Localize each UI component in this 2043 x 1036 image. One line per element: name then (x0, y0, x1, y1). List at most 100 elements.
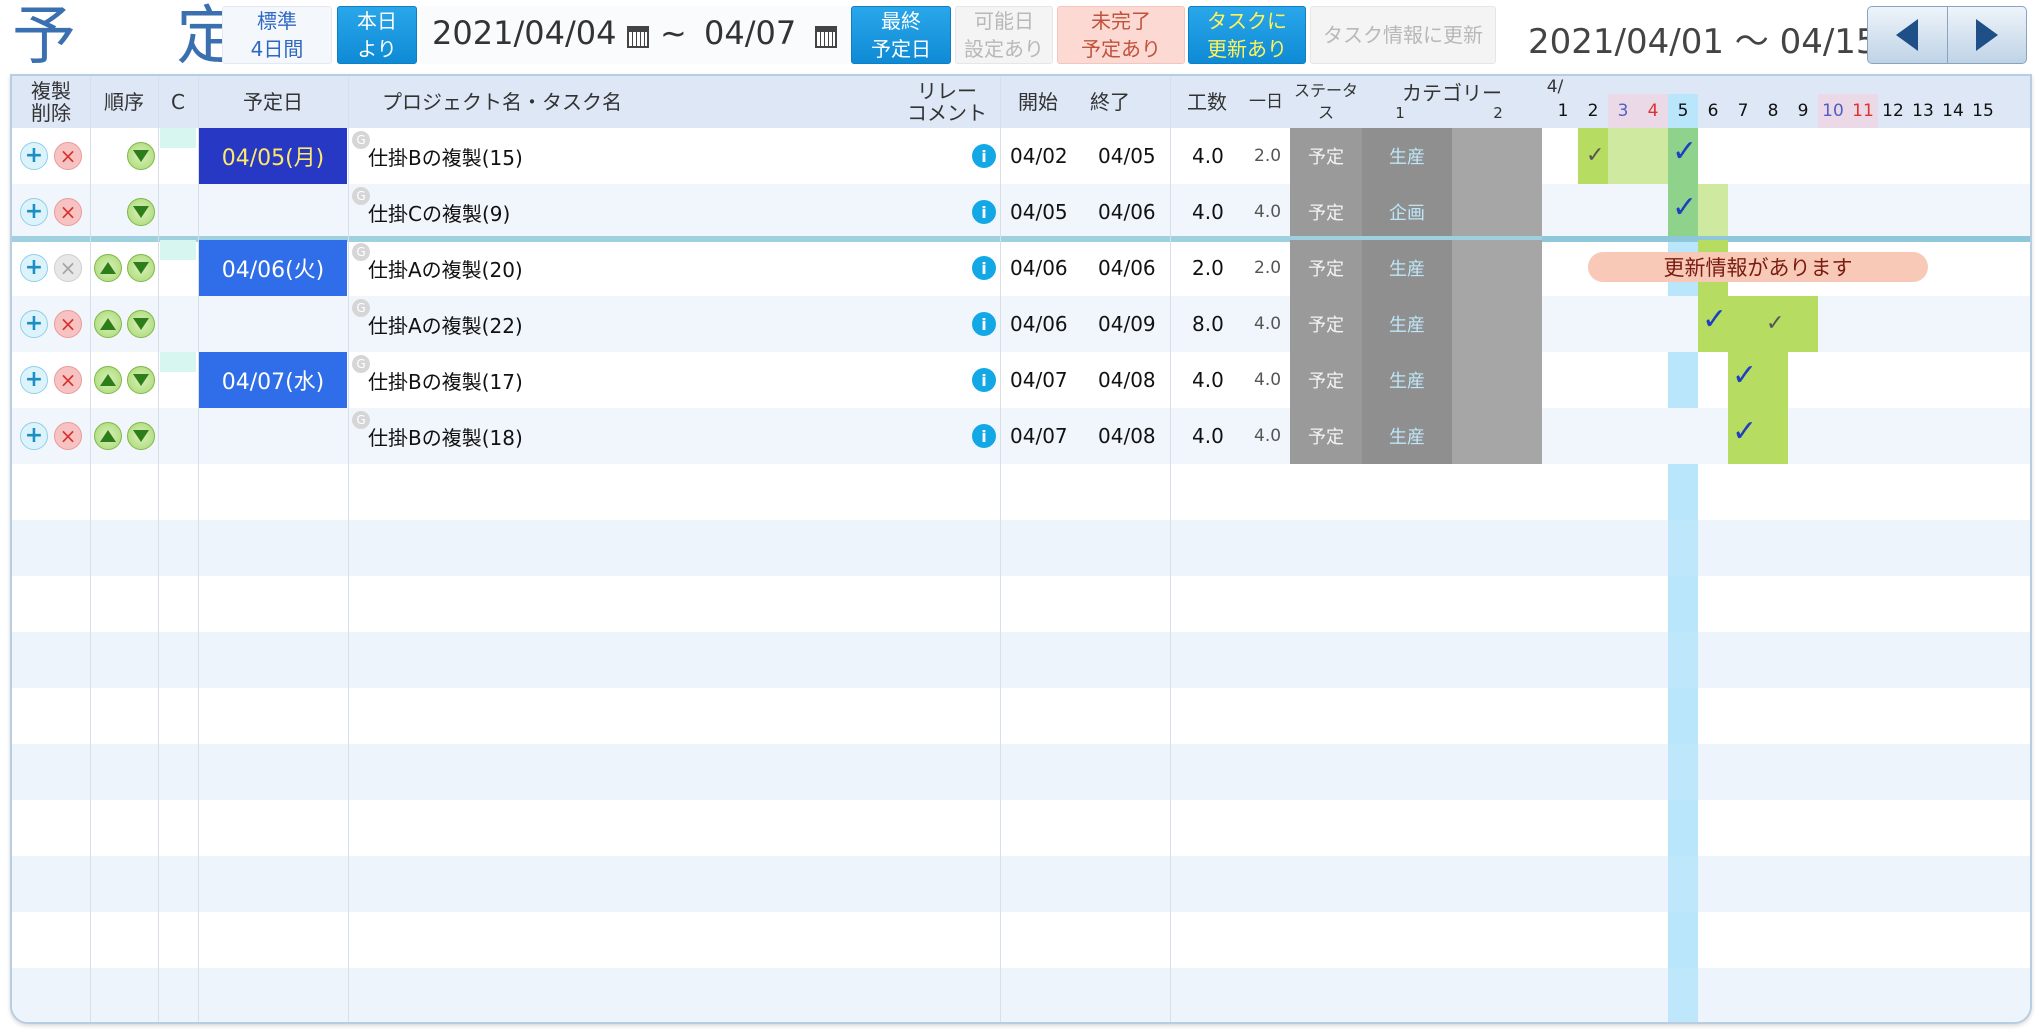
category-2[interactable] (1452, 296, 1542, 352)
delete-icon[interactable]: × (54, 366, 82, 394)
copy-icon[interactable]: + (20, 422, 48, 450)
col-copy-delete: 複製 削除 (31, 79, 71, 125)
copy-icon[interactable]: + (20, 198, 48, 226)
status-badge[interactable]: 予定 (1290, 352, 1362, 408)
move-up-icon[interactable] (94, 254, 122, 282)
empty-row (12, 912, 2030, 968)
gantt-day: 9 (1797, 101, 1809, 121)
category-1[interactable]: 生産 (1362, 352, 1452, 408)
task-updated-button[interactable]: タスクに 更新あり (1188, 6, 1306, 64)
scheduled-date-cell[interactable]: 04/07(水) (199, 352, 347, 408)
category-2[interactable] (1452, 184, 1542, 240)
start-date: 04/06 (1010, 256, 1068, 280)
task-name[interactable]: 仕掛Bの複製(17) (368, 352, 523, 408)
info-icon[interactable]: i (972, 368, 996, 392)
empty-row (12, 856, 2030, 912)
calendar-from-icon[interactable] (627, 26, 649, 48)
col-per-day: 一日 (1249, 92, 1283, 112)
empty-row (12, 464, 2030, 520)
work-hours: 4.0 (1192, 368, 1224, 392)
arrow-right-icon (1975, 19, 1998, 51)
move-up-icon[interactable] (94, 310, 122, 338)
category-1[interactable]: 生産 (1362, 408, 1452, 464)
empty-row (12, 520, 2030, 576)
table-row[interactable]: + × G 仕掛Bの複製(18) i 04/07 04/08 4.0 4.0 予… (12, 408, 2030, 464)
col-category-1: 1 (1395, 104, 1405, 122)
final-scheduled-date-button[interactable]: 最終 予定日 (851, 6, 951, 64)
prev-period-button[interactable] (1868, 7, 1947, 63)
category-1[interactable]: 生産 (1362, 240, 1452, 296)
from-today-button[interactable]: 本日 より (337, 6, 417, 64)
check-icon: ✓ (1766, 311, 1785, 336)
calendar-to-icon[interactable] (815, 26, 837, 48)
gantt-day-saturday: 10 (1818, 94, 1848, 128)
info-icon[interactable]: i (972, 144, 996, 168)
incomplete-schedule-button[interactable]: 未完了 予定あり (1057, 6, 1185, 64)
scheduled-date-cell[interactable]: 04/05(月) (199, 128, 347, 184)
gantt-day: 7 (1737, 101, 1749, 121)
move-down-icon[interactable] (127, 422, 155, 450)
info-icon[interactable]: i (972, 200, 996, 224)
task-name[interactable]: 仕掛Aの複製(20) (368, 240, 523, 296)
standard-4days-button[interactable]: 標準 4日間 (222, 6, 332, 64)
gantt-day: 2 (1587, 101, 1599, 121)
col-work: 工数 (1187, 90, 1227, 114)
copy-icon[interactable]: + (20, 310, 48, 338)
move-down-icon[interactable] (127, 198, 155, 226)
work-hours: 4.0 (1192, 200, 1224, 224)
scheduled-date-cell[interactable]: 04/06(火) (199, 240, 347, 296)
date-from-input[interactable]: 2021/04/04 (432, 14, 616, 52)
info-icon[interactable]: i (972, 256, 996, 280)
task-name[interactable]: 仕掛Aの複製(22) (368, 296, 523, 352)
gantt-range-label: 2021/04/01 ～ 04/15 (1528, 22, 1878, 62)
category-1[interactable]: 生産 (1362, 296, 1452, 352)
status-badge[interactable]: 予定 (1290, 240, 1362, 296)
info-icon[interactable]: i (972, 424, 996, 448)
move-up-icon[interactable] (94, 366, 122, 394)
move-down-icon[interactable] (127, 310, 155, 338)
task-name[interactable]: 仕掛Cの複製(9) (368, 184, 510, 240)
status-badge[interactable]: 予定 (1290, 408, 1362, 464)
end-date: 04/08 (1098, 424, 1156, 448)
move-up-icon[interactable] (94, 422, 122, 450)
move-down-icon[interactable] (127, 254, 155, 282)
status-badge[interactable]: 予定 (1290, 184, 1362, 240)
delete-icon[interactable]: × (54, 198, 82, 226)
grid-line (1170, 76, 1171, 1022)
status-badge[interactable]: 予定 (1290, 128, 1362, 184)
grid-line (158, 76, 159, 1022)
copy-icon[interactable]: + (20, 142, 48, 170)
date-to-input[interactable]: 04/07 (704, 14, 796, 52)
period-navigation (1867, 6, 2027, 64)
empty-row (12, 968, 2030, 1022)
col-status: ステータス (1293, 81, 1358, 122)
copy-icon[interactable]: + (20, 254, 48, 282)
category-1[interactable]: 企画 (1362, 184, 1452, 240)
possible-date-set-button[interactable]: 可能日 設定あり (955, 6, 1053, 64)
table-row[interactable]: + × G 仕掛Aの複製(22) i 04/06 04/09 8.0 4.0 予… (12, 296, 2030, 352)
task-name[interactable]: 仕掛Bの複製(15) (368, 128, 523, 184)
next-period-button[interactable] (1946, 7, 2027, 63)
table-row[interactable]: + × G 仕掛Cの複製(9) i 04/05 04/06 4.0 4.0 予定… (12, 184, 2030, 240)
delete-icon[interactable]: × (54, 422, 82, 450)
gantt-day: 12 (1882, 101, 1904, 121)
update-task-info-button[interactable]: タスク情報に更新 (1310, 6, 1496, 64)
category-2[interactable] (1452, 352, 1542, 408)
table-row[interactable]: + × 04/07(水) G 仕掛Bの複製(17) i 04/07 04/08 … (12, 352, 2030, 408)
category-2[interactable] (1452, 128, 1542, 184)
move-down-icon[interactable] (127, 366, 155, 394)
move-down-icon[interactable] (127, 142, 155, 170)
status-badge[interactable]: 予定 (1290, 296, 1362, 352)
info-icon[interactable]: i (972, 312, 996, 336)
category-2[interactable] (1452, 408, 1542, 464)
table-row[interactable]: + × 04/05(月) G 仕掛Bの複製(15) i 04/02 04/05 … (12, 128, 2030, 184)
delete-icon[interactable]: × (54, 142, 82, 170)
end-date: 04/08 (1098, 368, 1156, 392)
work-hours: 2.0 (1192, 256, 1224, 280)
delete-icon[interactable]: × (54, 310, 82, 338)
category-1[interactable]: 生産 (1362, 128, 1452, 184)
delete-icon[interactable]: × (54, 254, 82, 282)
category-2[interactable] (1452, 240, 1542, 296)
copy-icon[interactable]: + (20, 366, 48, 394)
task-name[interactable]: 仕掛Bの複製(18) (368, 408, 523, 464)
